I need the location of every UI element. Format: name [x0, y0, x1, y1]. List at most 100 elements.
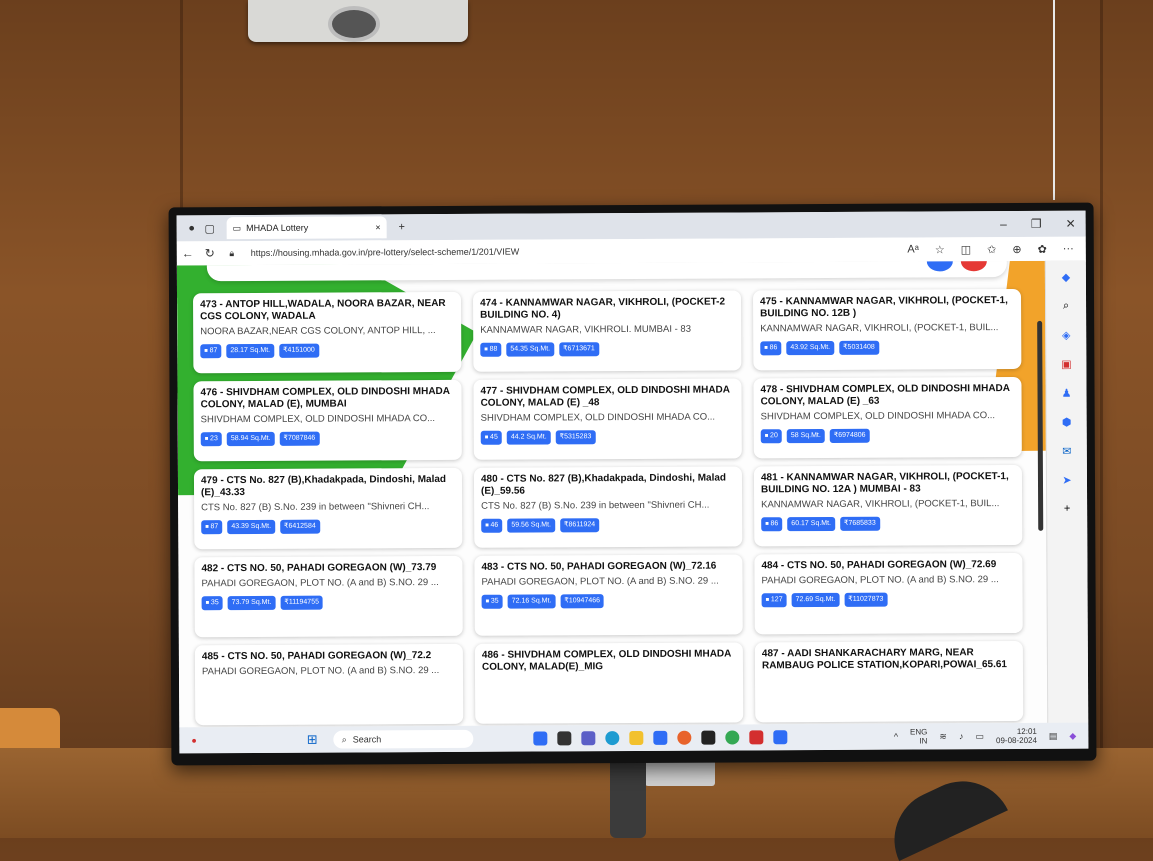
more-icon[interactable]: ··· [1063, 242, 1074, 255]
chevron-up-icon[interactable]: ^ [894, 732, 898, 742]
restore-icon[interactable]: ❐ [1031, 217, 1042, 231]
scheme-chips: 45 44.2 Sq.Mt. ₹5315283 [480, 429, 735, 445]
scheme-chips: 23 58.94 Sq.Mt. ₹7087846 [200, 431, 455, 447]
scheme-title: 483 - CTS NO. 50, PAHADI GOREGAON (W)_72… [481, 560, 717, 573]
scheme-card[interactable]: 476 - SHIVDHAM COMPLEX, OLD DINDOSHI MHA… [193, 379, 462, 462]
red-button-icon[interactable] [960, 260, 987, 272]
scheme-address: KANNAMWAR NAGAR, VIKHROLI, (POCKET-1, BU… [761, 498, 1000, 511]
split-screen-icon[interactable]: ◫ [961, 243, 971, 256]
add-icon[interactable]: + [1064, 503, 1071, 515]
area-badge: 44.2 Sq.Mt. [506, 430, 551, 445]
monitor: ● ▢ ▭ MHADA Lottery × + – ❐ ✕ ← ↻ 🔒︎ htt… [168, 202, 1097, 766]
time-label: 12:01 [1016, 726, 1037, 736]
scheme-card[interactable]: 480 - CTS No. 827 (B),Khadakpada, Dindos… [473, 466, 743, 548]
edge-app-icon[interactable] [605, 731, 620, 746]
shopping-icon[interactable]: ◈ [1062, 329, 1071, 342]
date-label: 09-08-2024 [995, 735, 1037, 746]
scheme-address: KANNAMWAR NAGAR, VIKHROLI. MUMBAI - 83 [480, 323, 692, 336]
scheme-chips: 46 59.56 Sq.Mt.₹8611924 [481, 517, 735, 533]
scheme-card[interactable]: 475 - KANNAMWAR NAGAR, VIKHROLI, (POCKET… [752, 288, 1022, 371]
blue-button-icon[interactable] [926, 260, 953, 272]
firefox-app-icon[interactable] [677, 730, 692, 745]
profile-icon[interactable]: ● [183, 222, 201, 234]
units-badge: 87 [201, 520, 223, 535]
sticky-notes-app-icon[interactable] [701, 730, 716, 745]
pdf-app-icon[interactable] [749, 730, 764, 745]
scheme-card[interactable]: 484 - CTS NO. 50, PAHADI GOREGAON (W)_72… [754, 552, 1023, 635]
area-badge: 43.39 Sq.Mt. [227, 519, 276, 535]
notifications-icon[interactable]: ▤ [1049, 730, 1058, 741]
price-badge: ₹10947466 [560, 594, 605, 609]
games-icon[interactable]: ♟ [1062, 387, 1072, 400]
language-label: ENG [910, 727, 928, 737]
scheme-title: 486 - SHIVDHAM COMPLEX, OLD DINDOSHI MHA… [481, 648, 732, 673]
store-app-icon[interactable] [653, 730, 668, 745]
price-badge: ₹5031408 [839, 340, 879, 355]
read-aloud-icon[interactable]: Aᵃ [907, 243, 919, 256]
close-tab-icon[interactable]: × [375, 222, 380, 232]
scheme-card[interactable]: 473 - ANTOP HILL,WADALA, NOORA BAZAR, NE… [192, 291, 462, 374]
taskbar-search[interactable]: ⌕ Search [333, 729, 474, 749]
minimize-icon[interactable]: – [1000, 217, 1007, 231]
scheme-address: SHIVDHAM COMPLEX, OLD DINDOSHI MHADA CO.… [200, 413, 436, 426]
outlook-icon[interactable]: ✉ [1062, 445, 1071, 458]
scheme-address: KANNAMWAR NAGAR, VIKHROLI, (POCKET-1, BU… [760, 322, 999, 335]
refresh-icon[interactable]: ↻ [199, 246, 221, 260]
price-badge: ₹7087846 [279, 431, 320, 446]
projector-lens [328, 6, 380, 42]
explorer-app-icon[interactable] [629, 730, 644, 746]
projector [248, 0, 468, 42]
send-icon[interactable]: ➤ [1062, 474, 1071, 487]
clock[interactable]: 12:01 09-08-2024 [996, 727, 1037, 745]
scheme-card[interactable]: 474 - KANNAMWAR NAGAR, VIKHROLI, (POCKET… [472, 290, 742, 372]
scheme-grid: 473 - ANTOP HILL,WADALA, NOORA BAZAR, NE… [192, 288, 1025, 726]
scheme-card[interactable]: 485 - CTS NO. 50, PAHADI GOREGAON (W)_72… [194, 643, 464, 726]
extensions-icon[interactable]: ✿ [1038, 242, 1047, 255]
units-badge: 88 [480, 342, 502, 357]
language-indicator[interactable]: ENG IN [910, 727, 927, 745]
close-icon[interactable]: ✕ [1066, 217, 1076, 231]
scheme-card[interactable]: 479 - CTS No. 827 (B),Khadakpada, Dindos… [193, 467, 463, 550]
collections-icon[interactable]: ⊕ [1012, 242, 1021, 255]
area-badge: 58 Sq.Mt. [786, 428, 825, 444]
scheme-title: 479 - CTS No. 827 (B),Khadakpada, Dindos… [200, 473, 447, 499]
chrome-app-icon[interactable] [725, 730, 740, 745]
scheme-card[interactable]: 482 - CTS NO. 50, PAHADI GOREGAON (W)_73… [194, 555, 463, 638]
office-icon[interactable]: ⬢ [1062, 416, 1072, 429]
volume-icon[interactable]: ♪ [959, 731, 964, 741]
scheme-card[interactable]: 486 - SHIVDHAM COMPLEX, OLD DINDOSHI MHA… [474, 642, 744, 724]
scheme-card[interactable]: 477 - SHIVDHAM COMPLEX, OLD DINDOSHI MHA… [473, 378, 742, 460]
tools-icon[interactable]: ▣ [1061, 358, 1071, 371]
search-icon[interactable]: ⌕ [1063, 300, 1069, 313]
price-badge: ₹5315283 [555, 430, 596, 445]
tab-mhada-lottery[interactable]: ▭ MHADA Lottery × [226, 216, 387, 240]
copilot-taskbar-icon[interactable]: ◆ [1069, 730, 1076, 741]
widgets-app-icon[interactable] [533, 731, 548, 746]
favorite-star-icon[interactable]: ☆ [935, 243, 945, 256]
url-field[interactable]: https://housing.mhada.gov.in/pre-lottery… [251, 245, 908, 258]
back-icon[interactable]: ← [177, 246, 199, 260]
area-badge: 28.17 Sq.Mt. [226, 343, 275, 359]
scheme-title: 484 - CTS NO. 50, PAHADI GOREGAON (W)_72… [761, 559, 997, 572]
weather-icon[interactable]: ● [191, 735, 196, 745]
scheme-card[interactable]: 478 - SHIVDHAM COMPLEX, OLD DINDOSHI MHA… [753, 376, 1022, 459]
wifi-icon[interactable]: ≋ [939, 731, 947, 742]
task-view-icon[interactable] [557, 731, 572, 746]
favorites-icon[interactable]: ✩ [987, 243, 996, 256]
scheme-title: 481 - KANNAMWAR NAGAR, VIKHROLI, (POCKET… [760, 471, 1009, 496]
tab-actions-icon[interactable]: ▢ [201, 222, 219, 235]
new-tab-button[interactable]: + [393, 221, 411, 233]
scheme-card[interactable]: 481 - KANNAMWAR NAGAR, VIKHROLI, (POCKET… [753, 464, 1023, 547]
copilot-icon[interactable]: ◆ [1062, 271, 1071, 284]
battery-icon[interactable]: ▭ [975, 731, 984, 742]
notes-app-icon[interactable] [773, 730, 788, 745]
page-icon: ▭ [232, 222, 242, 233]
scheme-address: NOORA BAZAR,NEAR CGS COLONY, ANTOP HILL,… [200, 325, 436, 338]
scheme-title: 485 - CTS NO. 50, PAHADI GOREGAON (W)_72… [201, 650, 432, 663]
scheme-title: 476 - SHIVDHAM COMPLEX, OLD DINDOSHI MHA… [200, 385, 450, 411]
teams-app-icon[interactable] [581, 731, 596, 746]
lock-icon: 🔒︎ [229, 247, 235, 258]
start-icon[interactable]: ⊞ [307, 732, 318, 748]
scheme-card[interactable]: 487 - AADI SHANKARACHARY MARG, NEAR RAMB… [754, 640, 1024, 723]
scheme-card[interactable]: 483 - CTS NO. 50, PAHADI GOREGAON (W)_72… [474, 554, 743, 636]
